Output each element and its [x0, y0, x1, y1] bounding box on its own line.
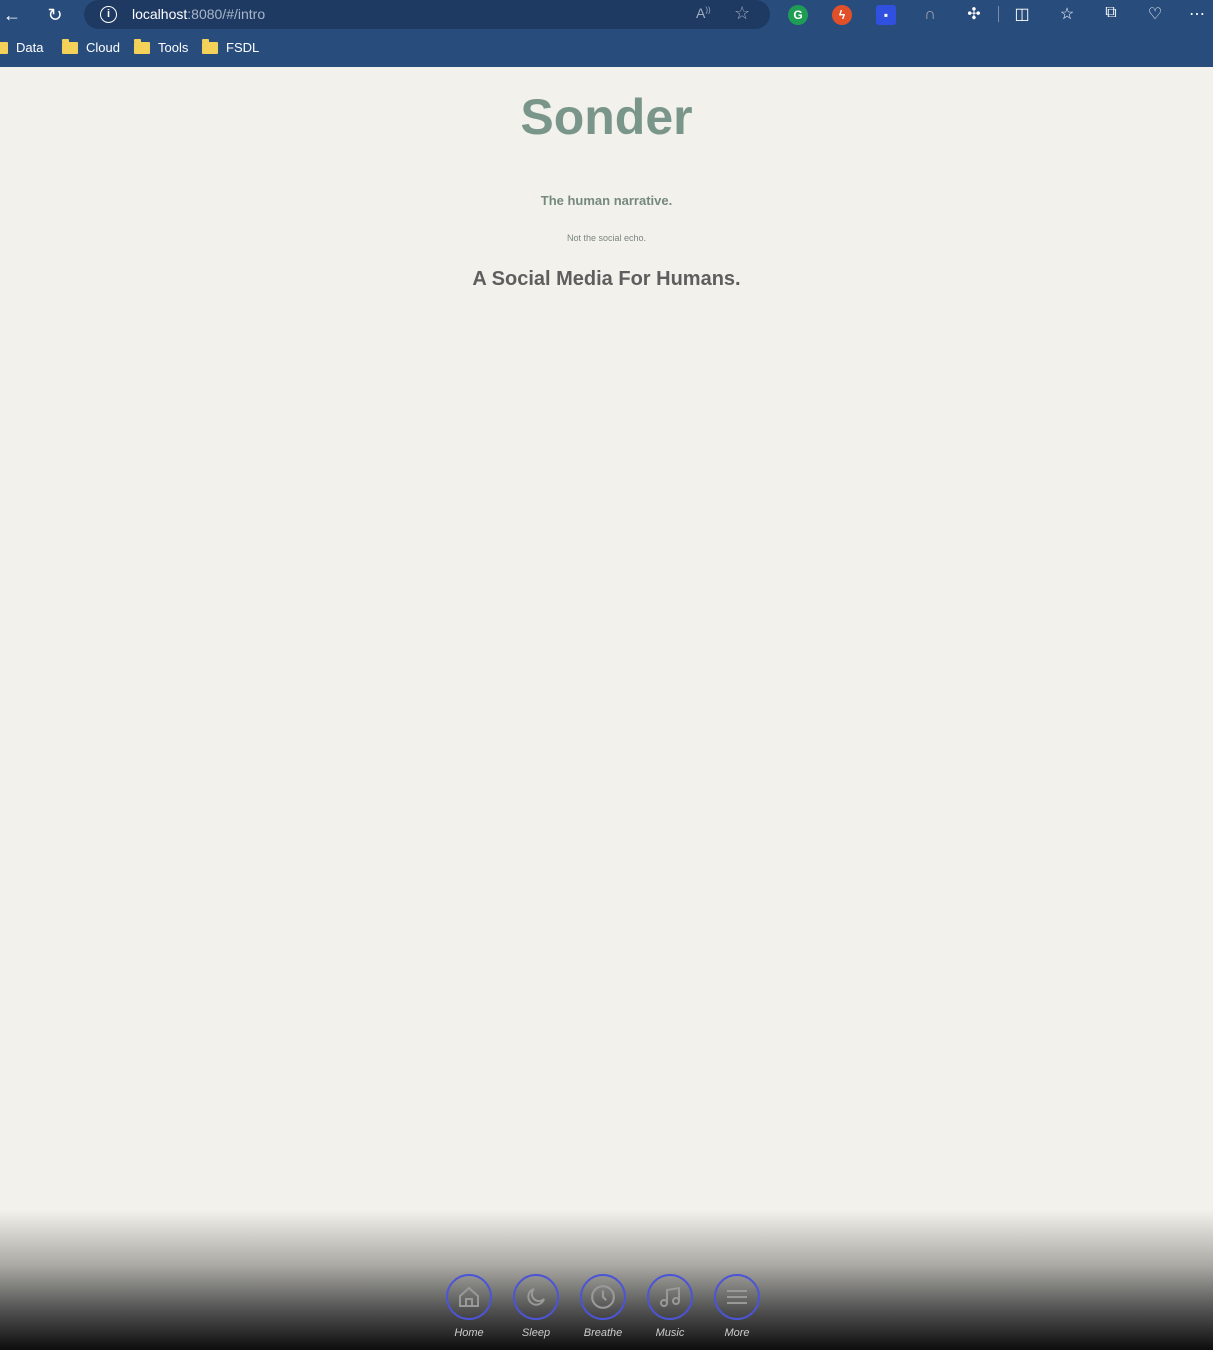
nav-home[interactable]: Home	[446, 1274, 492, 1339]
more-menu-icon[interactable]: ⋯	[1186, 4, 1208, 24]
grammarly-icon[interactable]: G	[788, 5, 808, 25]
folder-icon	[0, 41, 8, 54]
folder-icon	[202, 38, 218, 54]
subtagline: Not the social echo.	[566, 233, 647, 243]
bookmark-tools[interactable]: Tools	[134, 38, 189, 55]
reload-button[interactable]: ↻	[43, 3, 67, 27]
folder-icon	[62, 38, 78, 54]
nav-music[interactable]: Music	[647, 1274, 693, 1339]
bookmark-label: Cloud	[86, 40, 120, 55]
nav-label: Home	[454, 1327, 484, 1339]
bookmark-data[interactable]: Data	[0, 40, 43, 55]
bookmark-label: FSDL	[226, 40, 260, 55]
address-bar[interactable]: i localhost:8080/#/intro A)) ☆	[84, 0, 770, 29]
nav-label: Music	[655, 1327, 685, 1339]
bookmark-label: Tools	[158, 40, 189, 55]
bottom-nav: Home Sleep Breathe Music More	[0, 1210, 1213, 1350]
clock-icon	[591, 1285, 615, 1309]
nav-more[interactable]: More	[714, 1274, 760, 1339]
collections-icon[interactable]: ⧉	[1100, 4, 1122, 22]
health-icon[interactable]: ♡	[1144, 4, 1166, 24]
split-screen-icon[interactable]: ◫	[1011, 4, 1033, 24]
divider	[998, 6, 999, 22]
extensions-puzzle-icon[interactable]: ✣	[963, 4, 985, 24]
extension-arch-icon[interactable]: ∩	[920, 5, 940, 25]
url-path: :8080/#/intro	[187, 6, 266, 22]
url-text[interactable]: localhost:8080/#/intro	[132, 6, 265, 22]
app-title: Sonder	[520, 89, 693, 145]
folder-icon	[134, 38, 150, 54]
moon-icon	[527, 1288, 545, 1306]
tagline: The human narrative.	[540, 193, 673, 208]
menu-icon	[727, 1290, 747, 1304]
nav-label: Sleep	[521, 1327, 551, 1339]
read-aloud-icon[interactable]: A))	[696, 5, 711, 21]
home-icon	[459, 1286, 479, 1307]
nav-label: More	[724, 1327, 750, 1339]
bookmark-fsdl[interactable]: FSDL	[202, 38, 260, 55]
extension-bolt-icon[interactable]: ϟ	[832, 5, 852, 25]
info-icon[interactable]: i	[100, 6, 117, 23]
page-heading: A Social Media For Humans.	[472, 268, 741, 290]
favorite-star-icon[interactable]: ☆	[734, 3, 750, 24]
bookmark-cloud[interactable]: Cloud	[62, 38, 120, 55]
back-button[interactable]: ←	[0, 3, 24, 27]
nav-label: Breathe	[583, 1327, 623, 1339]
favorites-icon[interactable]: ☆	[1056, 4, 1078, 24]
nav-sleep[interactable]: Sleep	[513, 1274, 559, 1339]
extension-shield-icon[interactable]: ▪	[876, 5, 896, 25]
music-icon	[660, 1286, 680, 1307]
browser-toolbar: ← ↻ i localhost:8080/#/intro A)) ☆ G ϟ ▪…	[0, 0, 1213, 67]
bookmark-label: Data	[16, 40, 44, 55]
nav-breathe[interactable]: Breathe	[580, 1274, 626, 1339]
